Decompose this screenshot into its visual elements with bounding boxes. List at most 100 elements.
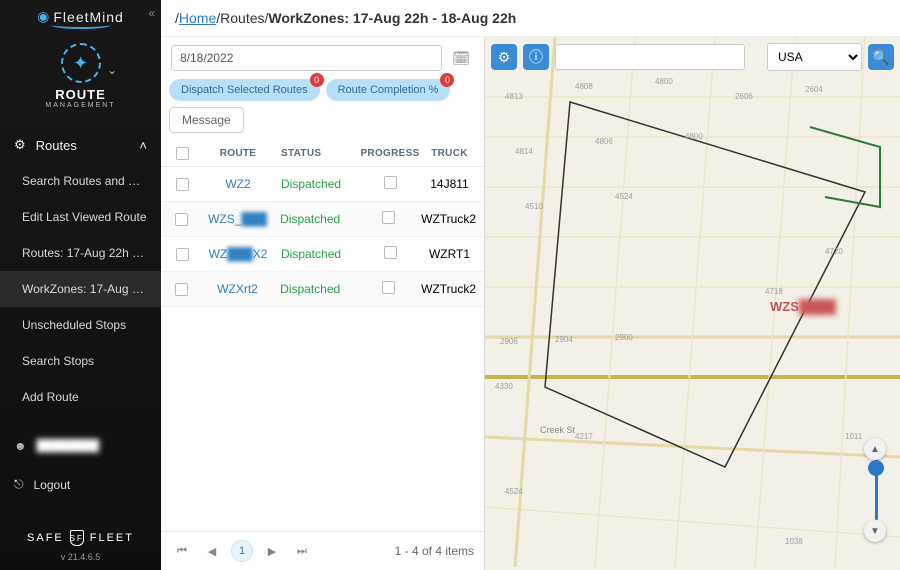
footer-brand-right: FLEET (90, 532, 134, 544)
logout-link[interactable]: ⎋ Logout (0, 465, 161, 504)
progress-checkbox[interactable] (384, 246, 397, 259)
module-title: ROUTE (0, 87, 161, 102)
table-row[interactable]: WZ2 Dispatched 14J811 (161, 167, 484, 202)
nav-item-search-routes[interactable]: Search Routes and Sto... (0, 163, 161, 199)
pager-summary: 1 - 4 of 4 items (395, 544, 474, 558)
nav-section-routes[interactable]: ⚙Routes ˄ (0, 127, 161, 163)
zoom-control: ▲ ▼ (862, 438, 888, 542)
date-input[interactable] (171, 45, 442, 71)
status-label: Dispatched (280, 212, 355, 226)
status-label: Dispatched (281, 177, 357, 191)
nav-item-workzones-range[interactable]: WorkZones: 17-Aug 22... (0, 271, 161, 307)
workzone-map-label: WZS████ (770, 299, 836, 314)
row-checkbox[interactable] (176, 248, 189, 261)
route-module-icon: ✦ (61, 43, 101, 83)
search-icon: 🔍 (872, 49, 889, 66)
routes-panel: 🗓 Dispatch Selected Routes 0 Route Compl… (161, 37, 485, 570)
breadcrumb-routes: Routes (220, 10, 264, 26)
zoom-handle[interactable] (868, 460, 884, 476)
col-progress[interactable]: PROGRESS (357, 148, 423, 159)
route-completion-button[interactable]: Route Completion % 0 (326, 79, 451, 101)
sidebar: « ◉ FleetMind ✦ ROUTE MANAGEMENT ⌄ ⚙Rout… (0, 0, 161, 570)
user-block[interactable]: ☻ ████████ (0, 427, 161, 465)
status-label: Dispatched (281, 247, 357, 261)
table-row[interactable]: WZXrt2 Dispatched WZTruck2 (161, 272, 484, 307)
map-search-input[interactable] (555, 44, 745, 70)
module-subtitle: MANAGEMENT (0, 102, 161, 109)
truck-label: 14J811 (423, 177, 476, 191)
calendar-icon[interactable]: 🗓 (448, 50, 474, 67)
logout-label: Logout (34, 478, 71, 492)
progress-checkbox[interactable] (382, 281, 395, 294)
table-row[interactable]: WZ███X2 Dispatched WZRT1 (161, 237, 484, 272)
chip-label: Dispatch Selected Routes (181, 84, 308, 96)
app-root: « ◉ FleetMind ✦ ROUTE MANAGEMENT ⌄ ⚙Rout… (0, 0, 900, 570)
row-checkbox[interactable] (175, 213, 188, 226)
brand-name: FleetMind (53, 9, 123, 25)
route-link[interactable]: WZ███X2 (195, 247, 281, 261)
col-route[interactable]: ROUTE (195, 148, 281, 159)
nav-item-close-routes[interactable]: Close Routes (0, 415, 161, 427)
progress-checkbox[interactable] (382, 211, 395, 224)
zoom-in-button[interactable]: ▲ (864, 438, 886, 460)
collapse-sidebar-icon[interactable]: « (148, 6, 155, 20)
content: 🗓 Dispatch Selected Routes 0 Route Compl… (161, 37, 900, 570)
table-header: ROUTE STATUS PROGRESS TRUCK (161, 141, 484, 167)
breadcrumb-home[interactable]: Home (179, 10, 216, 26)
nav-section-label: Routes (36, 138, 77, 153)
nav-item-search-stops[interactable]: Search Stops (0, 343, 161, 379)
pager: ⏮ ◀ 1 ▶ ⏭ 1 - 4 of 4 items (161, 531, 484, 570)
map-settings-button[interactable]: ⚙ (491, 44, 517, 70)
map-roads (485, 37, 900, 567)
breadcrumb-workzones: WorkZones: 17-Aug 22h - 18-Aug 22h (268, 10, 516, 26)
progress-checkbox[interactable] (384, 176, 397, 189)
module-selector[interactable]: ✦ ROUTE MANAGEMENT ⌄ (0, 33, 161, 127)
user-name-masked: ████████ (37, 440, 99, 452)
route-link[interactable]: WZS_███ (195, 212, 280, 226)
status-label: Dispatched (280, 282, 355, 296)
gear-icon: ⚙ (498, 49, 511, 66)
globe-icon: ◉ (37, 8, 49, 25)
pager-last-icon[interactable]: ⏭ (291, 540, 313, 562)
pager-first-icon[interactable]: ⏮ (171, 540, 193, 562)
shield-icon: SF (70, 530, 84, 546)
nav-item-unscheduled-stops[interactable]: Unscheduled Stops (0, 307, 161, 343)
info-icon: ⓘ (529, 47, 543, 67)
col-status[interactable]: STATUS (281, 148, 357, 159)
map-toolbar: ⚙ ⓘ USA 🔍 (491, 43, 894, 71)
country-select[interactable]: USA (767, 43, 862, 71)
chevron-down-icon[interactable]: ⌄ (107, 63, 117, 77)
app-version: v 21.4.6.5 (0, 548, 161, 570)
col-truck[interactable]: TRUCK (423, 148, 476, 159)
breadcrumb: / Home / Routes / WorkZones: 17-Aug 22h … (161, 0, 900, 37)
select-all-checkbox[interactable] (176, 147, 189, 160)
zoom-out-button[interactable]: ▼ (864, 520, 886, 542)
nav-item-edit-last-route[interactable]: Edit Last Viewed Route (0, 199, 161, 235)
pager-next-icon[interactable]: ▶ (261, 540, 283, 562)
row-checkbox[interactable] (176, 178, 189, 191)
completion-badge: 0 (440, 73, 454, 87)
table-row[interactable]: WZS_███ Dispatched WZTruck2 (161, 202, 484, 237)
row-checkbox[interactable] (175, 283, 188, 296)
map-panel[interactable]: ⚙ ⓘ USA 🔍 (485, 37, 900, 570)
dispatch-badge: 0 (310, 73, 324, 87)
nav-item-add-route[interactable]: Add Route (0, 379, 161, 415)
pager-current[interactable]: 1 (231, 540, 253, 562)
truck-label: WZTruck2 (421, 282, 476, 296)
logout-icon: ⎋ (14, 477, 24, 492)
user-icon: ☻ (14, 439, 27, 453)
map-search-button[interactable]: 🔍 (868, 44, 894, 70)
message-button[interactable]: Message (169, 107, 244, 133)
main: / Home / Routes / WorkZones: 17-Aug 22h … (161, 0, 900, 570)
truck-label: WZRT1 (423, 247, 476, 261)
dispatch-selected-button[interactable]: Dispatch Selected Routes 0 (169, 79, 320, 101)
route-link: WZ2 (195, 177, 281, 191)
footer-brand-left: SAFE (27, 532, 64, 544)
nav-item-routes-range[interactable]: Routes: 17-Aug 22h - 1... (0, 235, 161, 271)
footer-brand: SAFE SF FLEET (0, 524, 161, 548)
map-info-button[interactable]: ⓘ (523, 44, 549, 70)
brand-block: ◉ FleetMind (0, 0, 161, 33)
truck-label: WZTruck2 (421, 212, 476, 226)
pager-prev-icon[interactable]: ◀ (201, 540, 223, 562)
chevron-up-icon: ˄ (139, 138, 147, 153)
